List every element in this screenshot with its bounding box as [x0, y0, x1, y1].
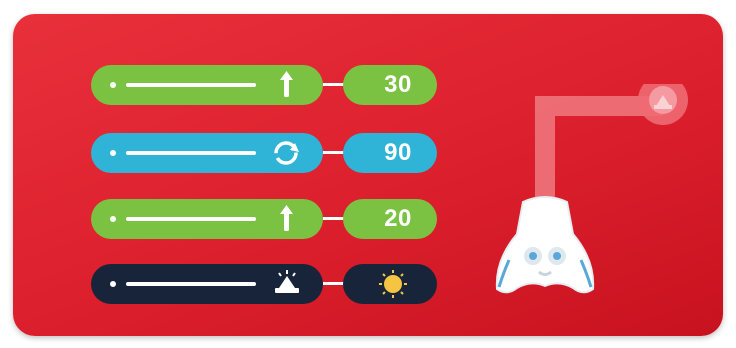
program-card: 30 90 20: [13, 14, 723, 336]
turn-block[interactable]: 90: [91, 133, 441, 173]
slider-start-dot: [110, 216, 116, 222]
sound-icon: [275, 270, 299, 293]
slider-track[interactable]: [126, 282, 256, 286]
robot-path-preview: [495, 84, 688, 294]
rotate-icon: [274, 141, 299, 165]
slider-start-dot: [110, 82, 116, 88]
slider-start-dot: [110, 150, 116, 156]
move-forward-block[interactable]: 30: [91, 65, 441, 105]
block-pill[interactable]: [91, 199, 323, 239]
sun-icon: [379, 270, 407, 298]
value-pill[interactable]: 90: [343, 133, 437, 173]
slider-track[interactable]: [126, 217, 256, 221]
block-pill[interactable]: [91, 133, 323, 173]
arrow-up-icon: [280, 71, 293, 97]
value-pill[interactable]: 30: [343, 65, 437, 105]
block-pill[interactable]: [91, 264, 323, 304]
slider-track[interactable]: [126, 151, 256, 155]
value-text[interactable]: 90: [365, 133, 431, 173]
value-text[interactable]: 30: [365, 65, 431, 105]
value-pill[interactable]: [343, 264, 437, 304]
robot-icon: [495, 196, 595, 294]
arrow-up-icon: [280, 205, 293, 231]
value-pill[interactable]: 20: [343, 199, 437, 239]
sound-block[interactable]: [91, 264, 441, 304]
block-pill[interactable]: [91, 65, 323, 105]
slider-track[interactable]: [126, 83, 256, 87]
value-text[interactable]: 20: [365, 199, 431, 239]
slider-start-dot: [110, 281, 116, 287]
move-forward-block[interactable]: 20: [91, 199, 441, 239]
target-sound-icon: [638, 84, 688, 125]
